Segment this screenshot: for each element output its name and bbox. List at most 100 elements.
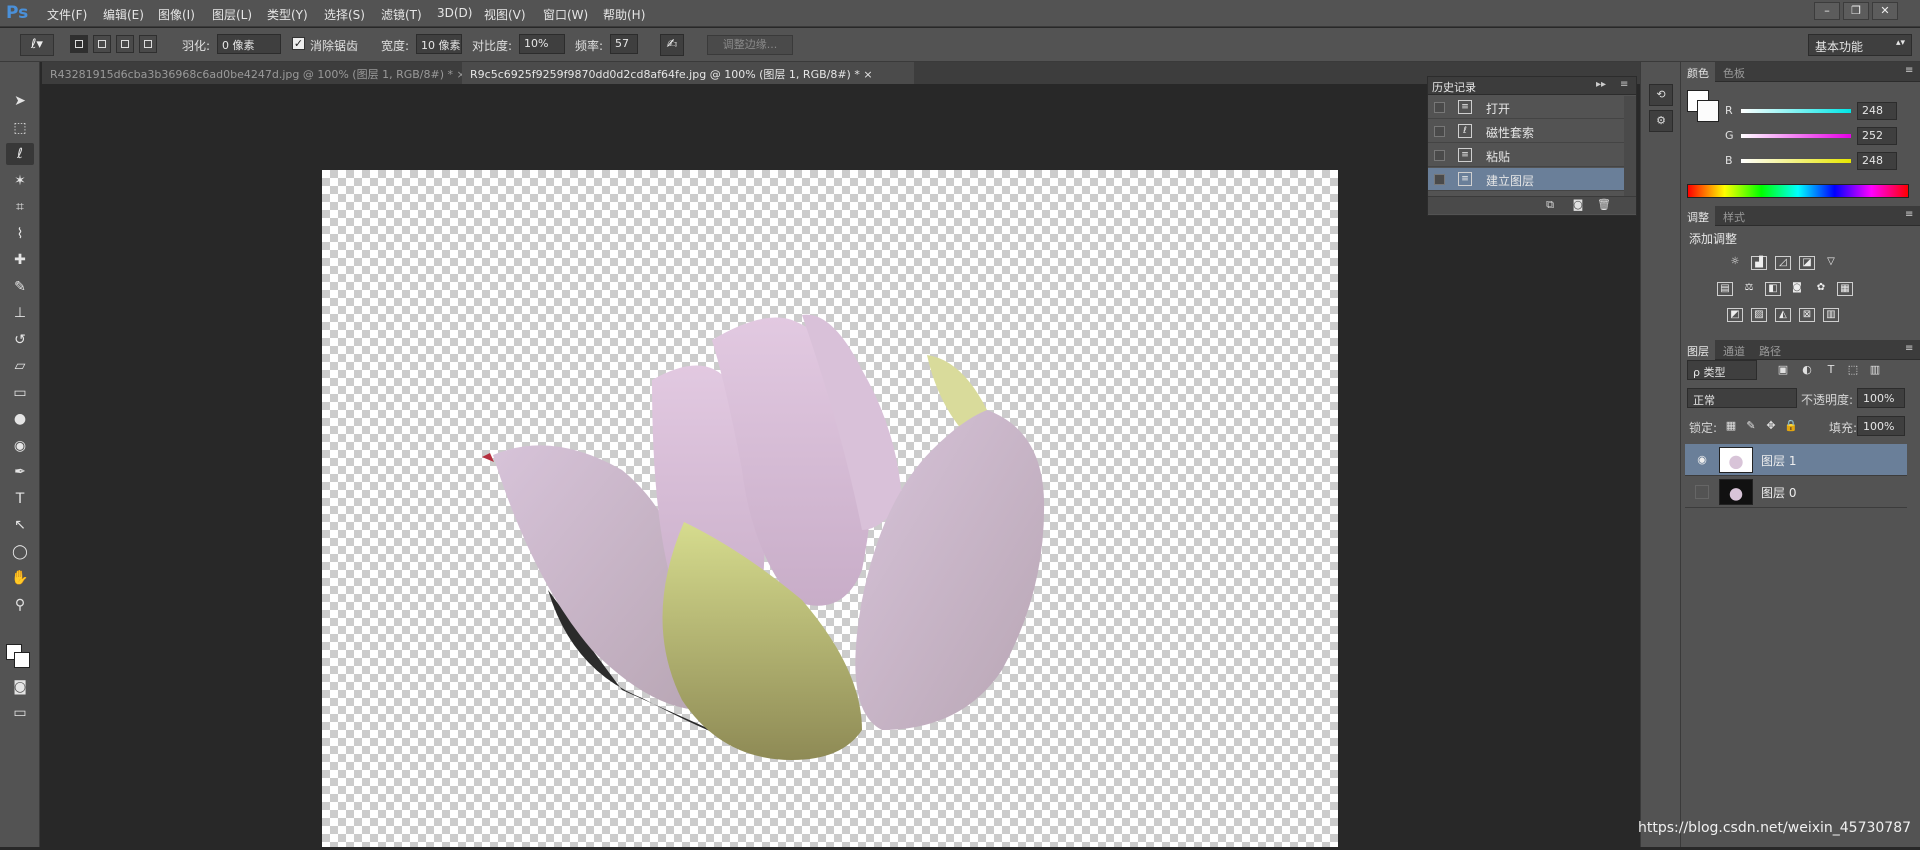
background-color-swatch[interactable] (1697, 100, 1719, 122)
filter-shape-icon[interactable]: ⬚ (1845, 362, 1861, 378)
gradient-tool-icon[interactable]: ▭ (6, 382, 34, 404)
gradient-map-icon[interactable]: ▥ (1823, 308, 1839, 322)
visibility-eye-icon[interactable] (1695, 485, 1709, 499)
lock-all-icon[interactable]: 🔒 (1783, 418, 1799, 434)
tablet-pressure-button[interactable]: ✍ (660, 34, 684, 56)
panel-menu-icon[interactable]: ≡ (1905, 209, 1913, 220)
curves-icon[interactable]: ◿ (1775, 256, 1791, 270)
panel-menu-icon[interactable]: ≡ (1620, 79, 1628, 90)
brush-tool-icon[interactable]: ✎ (6, 276, 34, 298)
intersect-selection-button[interactable] (139, 35, 157, 53)
invert-icon[interactable]: ◩ (1727, 308, 1743, 322)
green-value-input[interactable]: 252 (1857, 127, 1897, 145)
trash-icon[interactable]: 🗑 (1596, 197, 1612, 213)
background-color-icon[interactable] (14, 652, 30, 668)
menu-filter[interactable]: 滤镜(T) (381, 6, 422, 23)
layer-name[interactable]: 图层 0 (1761, 484, 1796, 501)
blur-tool-icon[interactable]: ● (6, 408, 34, 430)
menu-view[interactable]: 视图(V) (484, 6, 526, 23)
eraser-tool-icon[interactable]: ▱ (6, 355, 34, 377)
quick-mask-icon[interactable]: ◙ (6, 676, 34, 698)
fill-input[interactable]: 100% (1857, 416, 1905, 436)
close-window-button[interactable]: ✕ (1872, 2, 1898, 20)
brightness-icon[interactable]: ☼ (1727, 256, 1743, 270)
lock-image-icon[interactable]: ✎ (1743, 418, 1759, 434)
snapshot-checkbox[interactable] (1434, 126, 1445, 137)
filter-pixel-icon[interactable]: ▣ (1775, 362, 1791, 378)
refine-edge-button[interactable]: 调整边缘... (707, 35, 793, 55)
lock-transparent-icon[interactable]: ▦ (1723, 418, 1739, 434)
hand-tool-icon[interactable]: ✋ (6, 567, 34, 589)
snapshot-checkbox[interactable] (1434, 174, 1445, 185)
camera-icon[interactable]: ◙ (1570, 197, 1586, 213)
document-canvas[interactable] (322, 170, 1338, 847)
path-select-tool-icon[interactable]: ↖ (6, 514, 34, 536)
history-item[interactable]: ℓ 磁性套索 (1428, 120, 1624, 143)
color-spectrum-ramp[interactable] (1687, 184, 1909, 198)
blue-slider[interactable] (1741, 159, 1851, 163)
tab-paths[interactable]: 路径 (1753, 340, 1787, 360)
frequency-input[interactable]: 57 (610, 34, 638, 54)
properties-panel-icon[interactable]: ⚙ (1649, 110, 1673, 132)
green-slider[interactable] (1741, 134, 1851, 138)
new-selection-button[interactable] (70, 35, 88, 53)
new-document-from-state-icon[interactable]: ⧉ (1542, 197, 1558, 213)
history-item[interactable]: ≡ 粘贴 (1428, 144, 1624, 167)
history-scrollbar[interactable] (1624, 96, 1636, 196)
exposure-icon[interactable]: ◪ (1799, 256, 1815, 270)
visibility-eye-icon[interactable]: ◉ (1695, 453, 1709, 467)
tab-styles[interactable]: 样式 (1717, 206, 1751, 226)
color-lookup-icon[interactable]: ▦ (1837, 282, 1853, 296)
add-selection-button[interactable] (93, 35, 111, 53)
menu-3d[interactable]: 3D(D) (437, 6, 472, 20)
red-value-input[interactable]: 248 (1857, 102, 1897, 120)
vibrance-icon[interactable]: ▽ (1823, 256, 1839, 270)
doc-tab-2[interactable]: R9c5c6925f9259f9870dd0d2cd8af64fe.jpg @ … (462, 62, 914, 84)
menu-help[interactable]: 帮助(H) (603, 6, 645, 23)
restore-button[interactable]: ❐ (1843, 2, 1869, 20)
menu-type[interactable]: 类型(Y) (267, 6, 308, 23)
doc-tab-1[interactable]: R43281915d6cba3b36968c6ad0be4247d.jpg @ … (42, 62, 466, 84)
menu-window[interactable]: 窗口(W) (543, 6, 588, 23)
magnetic-lasso-tool-icon[interactable]: ℓ (6, 143, 34, 165)
screen-mode-icon[interactable]: ▭ (6, 702, 34, 724)
history-item[interactable]: ≡ 打开 (1428, 96, 1624, 119)
type-tool-icon[interactable]: T (6, 488, 34, 510)
filter-smart-icon[interactable]: ▥ (1867, 362, 1883, 378)
subtract-selection-button[interactable] (116, 35, 134, 53)
workspace-select[interactable]: 基本功能 ▴▾ (1808, 34, 1912, 56)
ellipse-tool-icon[interactable]: ◯ (6, 541, 34, 563)
menu-select[interactable]: 选择(S) (324, 6, 365, 23)
channel-mixer-icon[interactable]: ✿ (1813, 282, 1829, 296)
color-balance-icon[interactable]: ⚖ (1741, 282, 1757, 296)
menu-layer[interactable]: 图层(L) (212, 6, 252, 23)
antialias-checkbox[interactable]: ✓ (292, 37, 305, 50)
feather-input[interactable]: 0 像素 (217, 34, 281, 54)
panel-menu-icon[interactable]: ≡ (1905, 65, 1913, 76)
opacity-input[interactable]: 100% (1857, 388, 1905, 408)
layer-row[interactable]: ◉ 图层 1 (1685, 444, 1907, 476)
zoom-tool-icon[interactable]: ⚲ (6, 594, 34, 616)
move-tool-icon[interactable]: ➤ (6, 90, 34, 112)
dodge-tool-icon[interactable]: ◉ (6, 435, 34, 457)
history-item[interactable]: ≡ 建立图层 (1428, 168, 1624, 191)
levels-icon[interactable]: ▟ (1751, 256, 1767, 270)
width-input[interactable]: 10 像素 (416, 34, 462, 54)
snapshot-checkbox[interactable] (1434, 102, 1445, 113)
tool-preset-picker[interactable]: ℓ▾ (20, 34, 54, 56)
history-brush-tool-icon[interactable]: ↺ (6, 329, 34, 351)
stamp-tool-icon[interactable]: ⊥ (6, 302, 34, 324)
menu-edit[interactable]: 编辑(E) (103, 6, 144, 23)
magic-wand-tool-icon[interactable]: ✶ (6, 170, 34, 192)
minimize-button[interactable]: – (1814, 2, 1840, 20)
posterize-icon[interactable]: ▨ (1751, 308, 1767, 322)
layer-filter-select[interactable]: ρ 类型 (1687, 360, 1757, 380)
lock-position-icon[interactable]: ✥ (1763, 418, 1779, 434)
panel-menu-icon[interactable]: ≡ (1905, 343, 1913, 354)
hue-saturation-icon[interactable]: ▤ (1717, 282, 1733, 296)
layer-name[interactable]: 图层 1 (1761, 452, 1796, 469)
healing-brush-tool-icon[interactable]: ✚ (6, 249, 34, 271)
crop-tool-icon[interactable]: ⌗ (6, 196, 34, 218)
tab-channels[interactable]: 通道 (1717, 340, 1751, 360)
close-icon[interactable]: × (863, 68, 872, 81)
